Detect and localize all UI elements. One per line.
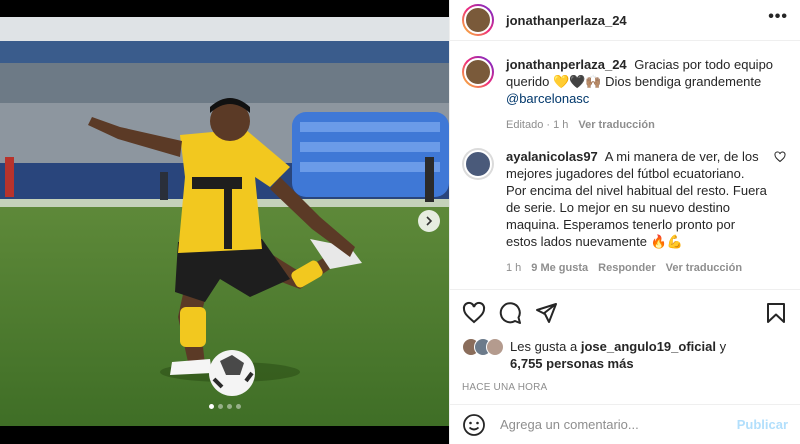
likes-others-link[interactable]: 6,755 personas más bbox=[510, 356, 634, 371]
emoji-smiley-icon[interactable] bbox=[462, 413, 486, 437]
add-comment-bar: Publicar bbox=[450, 404, 800, 444]
more-options-icon[interactable]: ••• bbox=[768, 8, 788, 32]
post-panel: jonathanperlaza_24 ••• jonathanperlaza_2… bbox=[449, 0, 800, 444]
comment-like-heart-icon[interactable] bbox=[774, 151, 786, 163]
carousel-dot bbox=[235, 404, 241, 409]
comment-item: ayalanicolas97 A mi manera de ver, de lo… bbox=[462, 148, 786, 277]
caption-edited-time: Editado · 1 h bbox=[506, 119, 569, 131]
comments-list[interactable]: jonathanperlaza_24 Gracias por todo equi… bbox=[450, 42, 800, 287]
author-avatar[interactable] bbox=[462, 4, 494, 36]
carousel-indicators bbox=[0, 404, 449, 409]
chevron-right-icon bbox=[426, 216, 433, 226]
comment-reply-button[interactable]: Responder bbox=[598, 260, 655, 277]
save-bookmark-icon[interactable] bbox=[764, 301, 788, 325]
comment-bubble-icon[interactable] bbox=[498, 301, 522, 325]
carousel-dot bbox=[217, 404, 223, 409]
likes-prefix: Les gusta a bbox=[510, 339, 578, 354]
post-timestamp[interactable]: HACE UNA HORA bbox=[462, 382, 788, 393]
likes-conjunction: y bbox=[719, 339, 727, 354]
comment-time: 1 h bbox=[506, 262, 522, 274]
publish-button[interactable]: Publicar bbox=[737, 417, 788, 432]
caption: jonathanperlaza_24 Gracias por todo equi… bbox=[462, 56, 786, 134]
caption-translate-link[interactable]: Ver traducción bbox=[578, 117, 654, 134]
like-heart-icon[interactable] bbox=[462, 301, 486, 325]
post-media[interactable] bbox=[0, 0, 449, 444]
post-header: jonathanperlaza_24 ••• bbox=[450, 0, 800, 41]
share-paper-plane-icon[interactable] bbox=[534, 301, 558, 325]
caption-username[interactable]: jonathanperlaza_24 bbox=[506, 57, 627, 72]
caption-avatar[interactable] bbox=[462, 56, 494, 88]
likes-summary: Les gusta a jose_angulo19_oficial y 6,75… bbox=[462, 338, 788, 372]
comment-translate-link[interactable]: Ver traducción bbox=[666, 260, 742, 277]
commenter-avatar[interactable] bbox=[462, 148, 494, 180]
caption-mention[interactable]: @barcelonasc bbox=[506, 91, 589, 106]
author-username[interactable]: jonathanperlaza_24 bbox=[506, 13, 768, 28]
post-actions-section: Les gusta a jose_angulo19_oficial y 6,75… bbox=[450, 289, 800, 393]
commenter-username[interactable]: ayalanicolas97 bbox=[506, 149, 598, 164]
comment-text: A mi manera de ver, de los mejores jugad… bbox=[506, 149, 767, 249]
liker-avatar bbox=[486, 338, 504, 356]
carousel-dot bbox=[226, 404, 232, 409]
comment-likes-link[interactable]: 9 Me gusta bbox=[531, 260, 588, 277]
likers-avatars[interactable] bbox=[462, 338, 504, 356]
comment-input[interactable] bbox=[500, 417, 737, 432]
carousel-dot bbox=[208, 404, 214, 409]
post-photo bbox=[0, 17, 449, 426]
next-slide-button[interactable] bbox=[418, 210, 440, 232]
likes-user-link[interactable]: jose_angulo19_oficial bbox=[581, 339, 716, 354]
football-player-photo bbox=[0, 17, 449, 426]
action-bar bbox=[462, 290, 788, 336]
